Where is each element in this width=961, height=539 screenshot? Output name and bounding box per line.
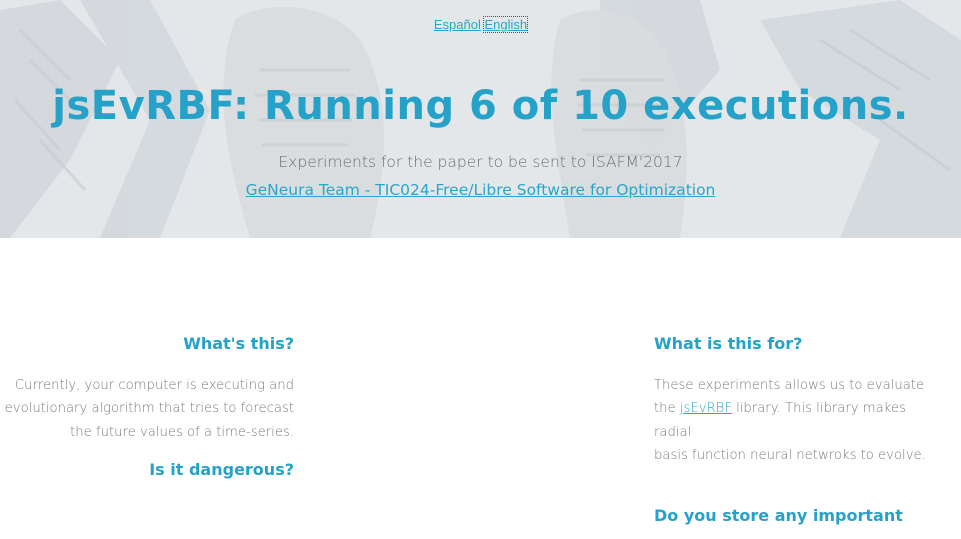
left-column: What's this? Currently, your computer is… [0, 334, 294, 480]
jsevrbf-library-link[interactable]: jsEvRBF [680, 401, 732, 416]
language-selector: Español English [0, 16, 961, 33]
heading-whats-this: What's this? [183, 334, 294, 353]
page-subtitle: Experiments for the paper to be sent to … [278, 153, 683, 171]
hero-banner: Español English jsEvRBF: Running 6 of 10… [0, 0, 961, 238]
what-is-this-for-line-2-pre: the [654, 401, 680, 417]
lang-link-spanish[interactable]: Español [434, 17, 481, 32]
right-column: What is this for? These experiments allo… [654, 334, 944, 526]
lang-link-english[interactable]: English [483, 16, 529, 33]
whats-this-line-3: the future values of a time-series. [70, 424, 294, 440]
what-is-this-for-line-1: These experiments allows us to evaluate [654, 378, 925, 393]
whats-this-line-2: evolutionary algorithm that tries to for… [4, 401, 294, 417]
what-is-this-for-text: These experiments allows us to evaluate … [654, 374, 944, 467]
heading-what-is-this-for: What is this for? [654, 334, 803, 353]
heading-is-it-dangerous: Is it dangerous? [149, 459, 294, 479]
team-link[interactable]: GeNeura Team - TIC024-Free/Libre Softwar… [246, 181, 716, 199]
what-is-this-for-line-3: basis function neural netwroks to evolve… [654, 447, 926, 463]
team-link-container: GeNeura Team - TIC024-Free/Libre Softwar… [0, 181, 961, 199]
whats-this-line-1: Currently, your computer is executing an… [14, 378, 294, 393]
whats-this-text: Currently, your computer is executing an… [0, 374, 294, 444]
page-title: jsEvRBF: Running 6 of 10 executions. [52, 83, 909, 129]
heading-do-you-store: Do you store any important [654, 506, 903, 526]
